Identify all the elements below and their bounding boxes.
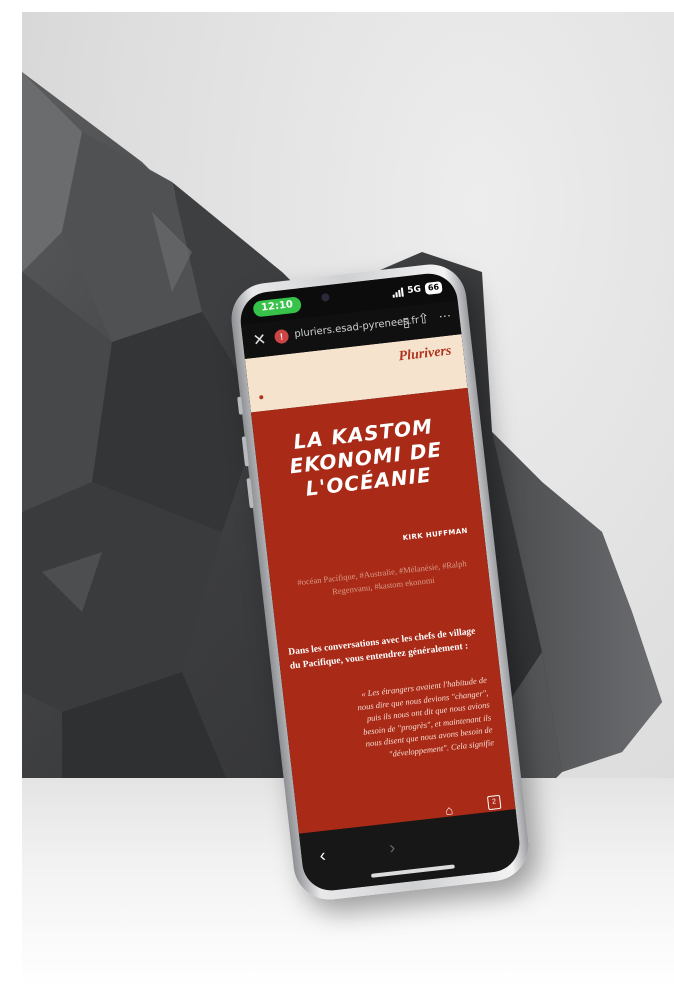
camera-icon [320,292,330,302]
more-icon[interactable]: … [437,304,452,320]
chevron-right-icon[interactable]: › [388,837,396,859]
battery-icon: 66 [424,281,443,295]
tabs-button[interactable]: 2 [486,794,502,811]
article-author: KIRK HUFFMAN [402,526,469,543]
site-info-icon[interactable]: ! [273,328,290,345]
article-title: LA KASTOM EKONOMI DE L'OCÉANIE [253,410,478,506]
menu-dot-icon[interactable] [259,395,264,400]
article-tags[interactable]: #océan Pacifique, #Australie, #Mélanésie… [290,556,476,603]
chevron-left-icon[interactable]: ‹ [318,845,326,867]
article-quote: « Les étrangers avaient l'habitude de no… [356,674,495,759]
home-icon[interactable]: ⌂ [444,802,454,818]
status-time: 12:10 [252,296,302,318]
address-bar[interactable]: pluriers.esad-pyrenees.fr [294,315,420,340]
article-intro: Dans les conversations avec les chefs de… [287,626,476,672]
share-icon[interactable]: ⇧ [417,310,431,328]
close-icon[interactable]: ✕ [252,329,268,350]
home-indicator[interactable] [370,864,455,878]
site-logo[interactable]: Plurivers [398,343,452,365]
network-label: 5G [406,284,422,296]
status-indicators: 5G 66 [392,281,443,299]
